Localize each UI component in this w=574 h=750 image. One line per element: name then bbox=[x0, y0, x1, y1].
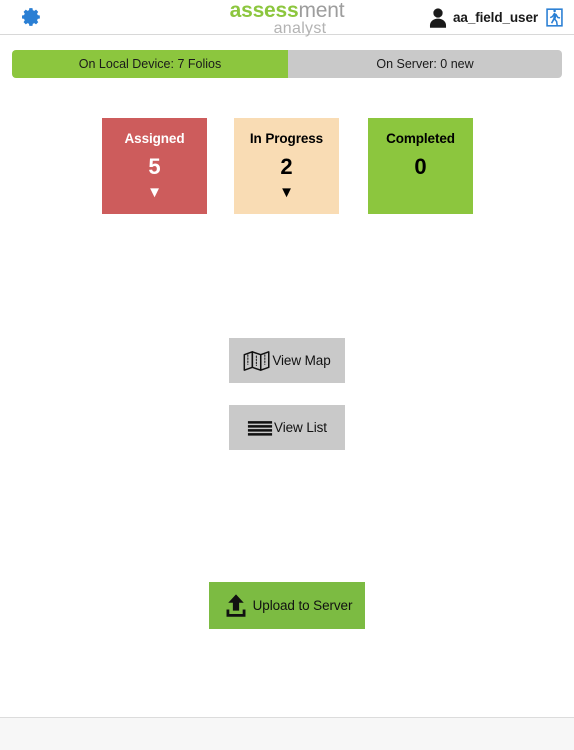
status-card-assigned-count: 5 bbox=[148, 154, 161, 179]
username-label: aa_field_user bbox=[453, 10, 538, 25]
status-card-in-progress-title: In Progress bbox=[249, 131, 324, 146]
chevron-down-icon bbox=[368, 179, 473, 186]
view-list-label: View List bbox=[274, 420, 327, 435]
upload-to-server-label: Upload to Server bbox=[252, 598, 353, 613]
logo-assess-text: assess bbox=[229, 0, 299, 22]
list-icon bbox=[247, 420, 273, 436]
app-header: assessment analyst aa_field_user bbox=[0, 0, 574, 37]
chevron-down-icon: ▼ bbox=[279, 184, 294, 201]
status-card-completed[interactable]: Completed 0 bbox=[368, 118, 473, 214]
footer-bar bbox=[0, 717, 574, 750]
tab-on-server-label: On Server: 0 new bbox=[376, 57, 474, 71]
settings-button[interactable] bbox=[19, 4, 45, 30]
logout-button[interactable] bbox=[542, 4, 566, 30]
gear-icon bbox=[22, 8, 40, 26]
view-list-button[interactable]: View List bbox=[229, 405, 345, 450]
tab-on-local-device-label: On Local Device: 7 Folios bbox=[78, 57, 222, 71]
tab-on-local-device[interactable]: On Local Device: 7 Folios bbox=[12, 50, 288, 78]
view-map-button[interactable]: View Map bbox=[229, 338, 345, 383]
user-avatar-icon bbox=[429, 7, 447, 28]
status-card-assigned-title: Assigned bbox=[124, 131, 185, 146]
status-card-in-progress-count: 2 bbox=[280, 154, 293, 179]
status-card-in-progress[interactable]: In Progress 2 ▼ bbox=[234, 118, 339, 214]
status-card-group: Assigned 5 ▼ In Progress 2 ▼ Completed 0 bbox=[102, 118, 474, 214]
status-card-assigned[interactable]: Assigned 5 ▼ bbox=[102, 118, 207, 214]
status-card-completed-count: 0 bbox=[414, 154, 427, 179]
user-info: aa_field_user bbox=[425, 0, 538, 35]
chevron-down-icon: ▼ bbox=[147, 184, 162, 201]
status-card-completed-title: Completed bbox=[386, 131, 455, 146]
upload-to-server-button[interactable]: Upload to Server bbox=[209, 582, 365, 629]
map-icon bbox=[243, 350, 270, 371]
view-map-label: View Map bbox=[272, 353, 331, 368]
tab-on-server[interactable]: On Server: 0 new bbox=[288, 50, 562, 78]
exit-door-icon bbox=[545, 7, 563, 27]
folio-location-tabs: On Local Device: 7 Folios On Server: 0 n… bbox=[12, 50, 562, 78]
logo-ment-text: ment bbox=[298, 0, 345, 22]
upload-icon bbox=[226, 593, 246, 617]
